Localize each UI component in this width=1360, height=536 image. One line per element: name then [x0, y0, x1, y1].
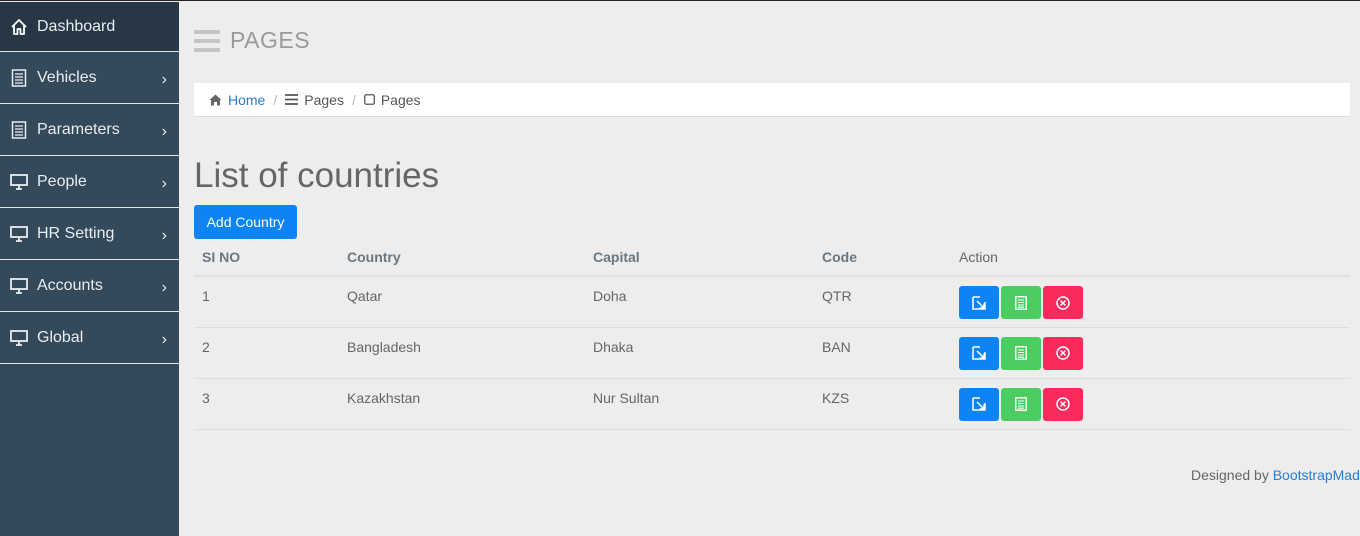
- edit-button[interactable]: [959, 336, 999, 370]
- cell-sino: 1: [194, 276, 339, 328]
- sidebar-item-hr-setting[interactable]: HR Setting ›: [0, 208, 179, 260]
- close-circle-icon: [1056, 346, 1070, 360]
- chevron-right-icon: ›: [161, 174, 167, 192]
- edit-icon: [972, 295, 986, 310]
- breadcrumb: Home / Pages / Pages: [194, 83, 1350, 117]
- view-button[interactable]: [1001, 286, 1041, 319]
- cell-country: Bangladesh: [339, 327, 585, 379]
- document-icon: [1015, 397, 1027, 411]
- sidebar-item-label: People: [37, 172, 87, 190]
- breadcrumb-pages-label: Pages: [304, 91, 344, 108]
- cell-code: QTR: [814, 276, 951, 328]
- document-icon: [1015, 346, 1027, 360]
- sidebar-item-label: Parameters: [37, 120, 120, 138]
- page-header: PAGES: [194, 27, 310, 54]
- page-title: PAGES: [230, 27, 311, 53]
- sidebar-item-parameters[interactable]: Parameters ›: [0, 104, 179, 156]
- edit-button[interactable]: [959, 286, 999, 319]
- sidebar-item-label: Dashboard: [37, 17, 116, 35]
- cell-sino: 2: [194, 327, 339, 379]
- cell-code: BAN: [814, 327, 951, 379]
- cell-code: KZS: [814, 378, 951, 430]
- sidebar-item-dashboard[interactable]: Dashboard: [0, 2, 179, 52]
- breadcrumb-home-label: Home: [228, 91, 266, 108]
- breadcrumb-current: Pages: [363, 91, 421, 108]
- list-title: List of countries: [194, 156, 440, 195]
- edit-icon: [972, 397, 986, 411]
- chevron-right-icon: ›: [161, 70, 167, 88]
- table-row: 2 Bangladesh Dhaka BAN: [194, 327, 1350, 379]
- cell-capital: Nur Sultan: [585, 378, 814, 430]
- cell-sino: 3: [194, 378, 339, 430]
- sidebar-item-label: HR Setting: [37, 224, 115, 242]
- delete-button[interactable]: [1043, 286, 1083, 319]
- column-header-code: Code: [814, 239, 951, 277]
- home-icon: [9, 17, 29, 37]
- sidebar-item-label: Accounts: [37, 276, 103, 294]
- document-icon: [1015, 295, 1027, 310]
- chevron-right-icon: ›: [161, 226, 167, 244]
- delete-button[interactable]: [1043, 387, 1083, 421]
- table-row: 1 Qatar Doha QTR: [194, 276, 1350, 328]
- close-circle-icon: [1056, 295, 1070, 310]
- sidebar-item-vehicles[interactable]: Vehicles ›: [0, 52, 179, 104]
- sidebar-item-label: Vehicles: [37, 68, 97, 86]
- footer: Designed by BootstrapMade: [1191, 467, 1360, 483]
- cell-country: Qatar: [339, 276, 585, 328]
- table-row: 3 Kazakhstan Nur Sultan KZS: [194, 378, 1350, 430]
- cell-capital: Doha: [585, 276, 814, 328]
- sidebar-item-people[interactable]: People ›: [0, 156, 179, 208]
- cell-actions: [951, 327, 1350, 379]
- breadcrumb-home[interactable]: Home: [209, 92, 265, 108]
- column-header-sino: SI NO: [194, 239, 339, 277]
- menu-toggle-icon[interactable]: [194, 29, 220, 52]
- monitor-icon: [9, 276, 29, 296]
- footer-text: Designed by: [1191, 467, 1273, 483]
- breadcrumb-current-label: Pages: [380, 91, 421, 108]
- breadcrumb-pages[interactable]: Pages: [285, 92, 344, 108]
- cell-actions: [951, 276, 1350, 328]
- view-button[interactable]: [1001, 336, 1041, 370]
- countries-table: SI NO Country Capital Code Action 1 Qata…: [194, 239, 1350, 430]
- view-button[interactable]: [1001, 387, 1041, 421]
- add-country-button[interactable]: Add Country: [194, 205, 297, 239]
- delete-button[interactable]: [1043, 336, 1083, 370]
- table-header-row: SI NO Country Capital Code Action: [194, 239, 1350, 277]
- list-icon: [285, 94, 299, 105]
- document-icon: [9, 68, 29, 88]
- square-icon: [363, 94, 375, 105]
- document-icon: [9, 120, 29, 140]
- column-header-action: Action: [951, 239, 1350, 277]
- edit-icon: [972, 346, 986, 360]
- chevron-right-icon: ›: [161, 330, 167, 348]
- breadcrumb-separator: /: [351, 91, 356, 108]
- chevron-right-icon: ›: [161, 278, 167, 296]
- monitor-icon: [9, 172, 29, 192]
- close-circle-icon: [1056, 397, 1070, 411]
- cell-actions: [951, 378, 1350, 430]
- monitor-icon: [9, 224, 29, 244]
- sidebar: Dashboard Vehicles › Parameters › People…: [0, 2, 179, 536]
- monitor-icon: [9, 328, 29, 348]
- column-header-capital: Capital: [585, 239, 814, 277]
- sidebar-item-label: Global: [37, 328, 84, 346]
- cell-country: Kazakhstan: [339, 378, 585, 430]
- sidebar-item-accounts[interactable]: Accounts ›: [0, 260, 179, 312]
- home-icon: [209, 94, 222, 106]
- sidebar-item-global[interactable]: Global ›: [0, 312, 179, 364]
- footer-link[interactable]: BootstrapMade: [1273, 467, 1360, 483]
- chevron-right-icon: ›: [161, 122, 167, 140]
- edit-button[interactable]: [959, 387, 999, 421]
- cell-capital: Dhaka: [585, 327, 814, 379]
- breadcrumb-separator: /: [273, 91, 278, 108]
- column-header-country: Country: [339, 239, 585, 277]
